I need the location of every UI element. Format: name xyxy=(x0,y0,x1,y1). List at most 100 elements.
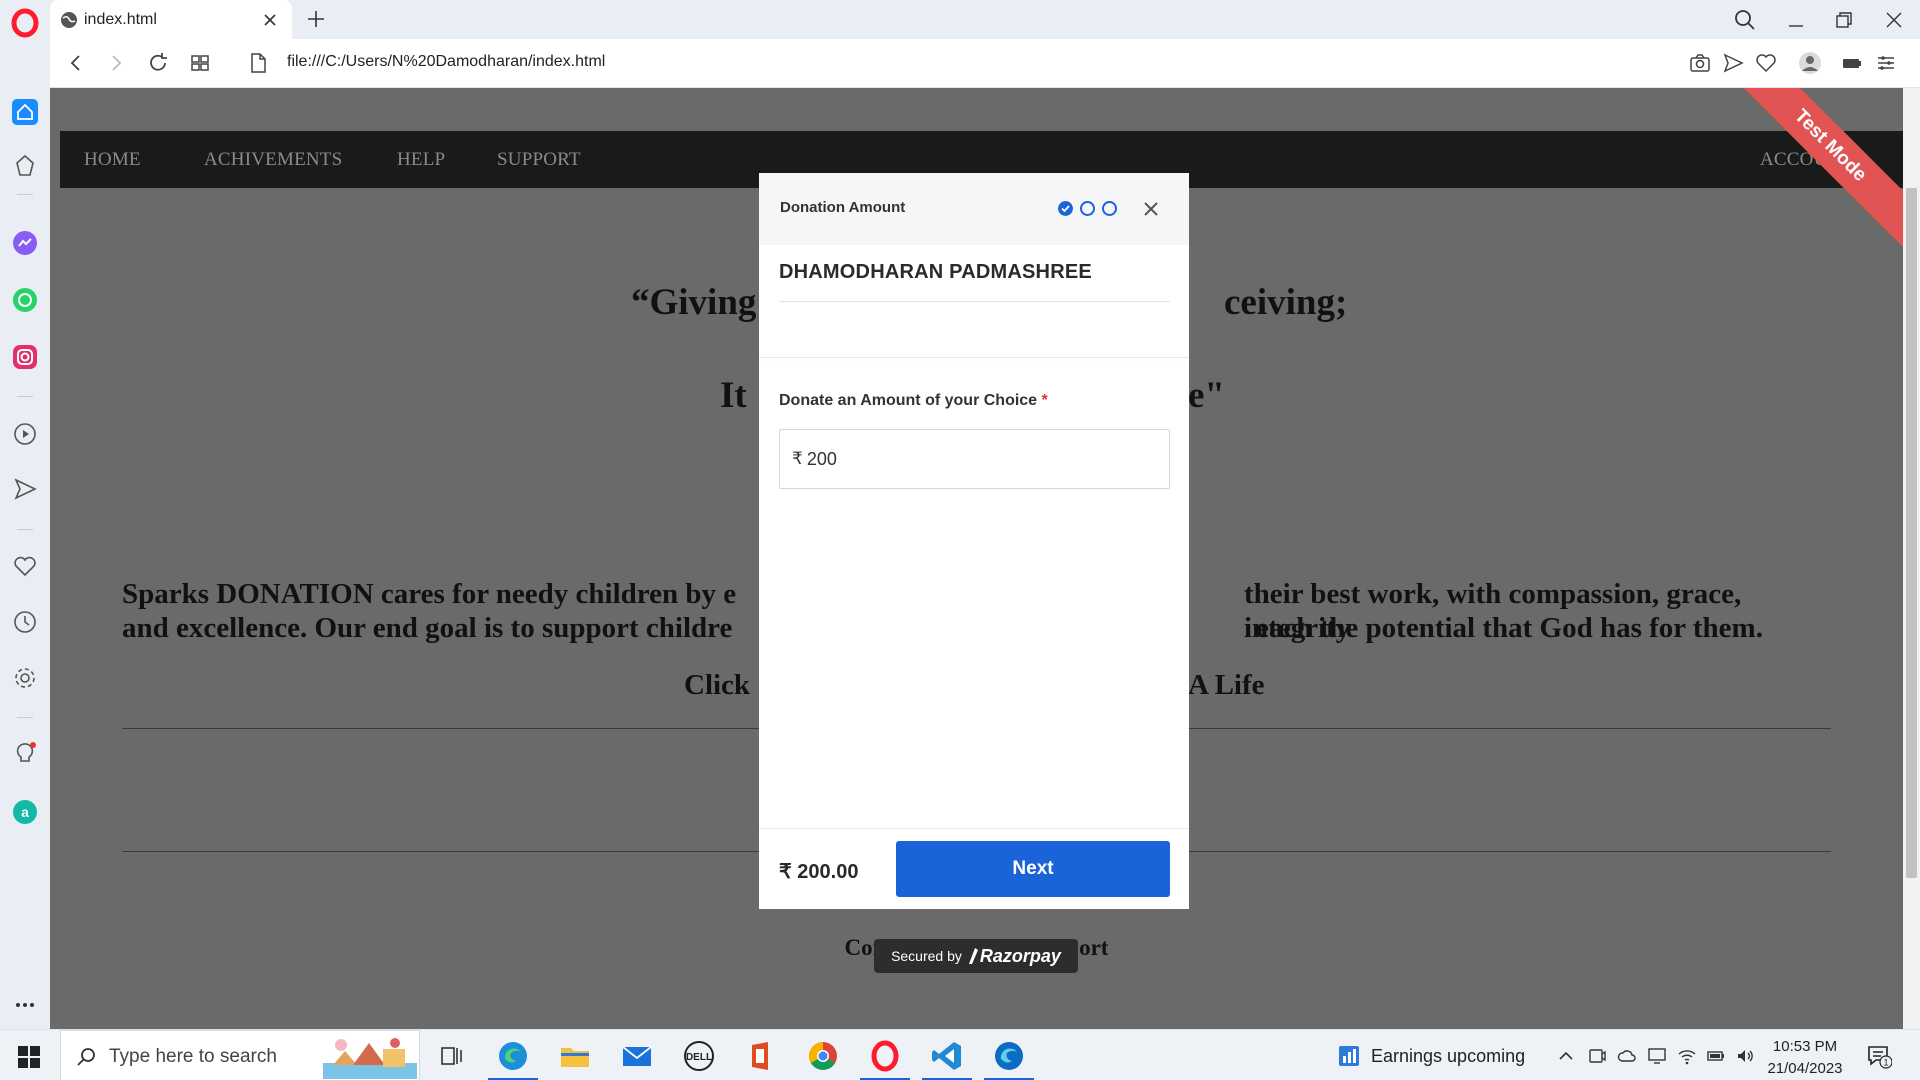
amount-input[interactable]: ₹ 200 xyxy=(779,429,1170,489)
required-marker: * xyxy=(1041,392,1048,409)
office-icon[interactable] xyxy=(744,1039,778,1073)
tab-index-html[interactable]: index.html xyxy=(50,0,292,39)
windows-start-icon[interactable] xyxy=(18,1046,40,1068)
modal-title: Donation Amount xyxy=(780,199,906,216)
edge-dev-icon[interactable] xyxy=(992,1039,1026,1073)
tab-title: index.html xyxy=(84,10,157,28)
close-icon[interactable] xyxy=(1141,199,1161,219)
opera-taskbar-icon[interactable] xyxy=(868,1039,902,1073)
tab-grid-icon[interactable] xyxy=(188,51,212,75)
razorpay-logo-icon xyxy=(968,948,978,964)
taskbar-search-box[interactable]: Type here to search xyxy=(60,1030,420,1080)
file-explorer-icon[interactable] xyxy=(558,1039,592,1073)
opera-logo-icon[interactable] xyxy=(10,8,40,38)
lightbulb-icon[interactable] xyxy=(12,741,38,767)
news-text: Earnings upcoming xyxy=(1371,1045,1526,1066)
search-tabs-icon[interactable] xyxy=(1731,6,1759,34)
battery-icon[interactable] xyxy=(1706,1046,1726,1066)
clock-date: 21/04/2023 xyxy=(1767,1060,1843,1077)
more-options-icon[interactable] xyxy=(12,992,38,1018)
back-icon[interactable] xyxy=(64,51,88,75)
system-clock[interactable]: 10:53 PM 21/04/2023 xyxy=(1765,1036,1845,1080)
nav-help[interactable]: HELP xyxy=(397,149,445,171)
messenger-icon[interactable] xyxy=(12,230,38,256)
step-1-complete-icon xyxy=(1058,201,1073,216)
page-scrollbar[interactable] xyxy=(1903,88,1920,1029)
total-amount: ₹ 200.00 xyxy=(779,861,859,883)
sidebar-divider xyxy=(17,717,33,718)
heart-icon[interactable] xyxy=(1754,51,1778,75)
task-view-icon[interactable] xyxy=(434,1039,468,1073)
merchant-name: DHAMODHARAN PADMASHREE xyxy=(779,261,1092,283)
globe-icon xyxy=(61,11,77,28)
snapshot-camera-icon[interactable] xyxy=(1688,51,1712,75)
step-3-indicator xyxy=(1102,201,1117,216)
vscode-icon[interactable] xyxy=(930,1039,964,1073)
reload-icon[interactable] xyxy=(146,51,170,75)
forward-icon[interactable] xyxy=(104,51,128,75)
flow-send-icon[interactable] xyxy=(12,476,38,502)
nav-support[interactable]: SUPPORT xyxy=(497,149,581,171)
search-icon xyxy=(77,1048,95,1066)
dell-icon[interactable]: DELL xyxy=(682,1039,716,1073)
test-mode-ribbon: Test Mode xyxy=(1733,88,1903,258)
chrome-icon[interactable] xyxy=(806,1039,840,1073)
sidebar-divider xyxy=(17,529,33,530)
url-field[interactable]: file:///C:/Users/N%20Damodharan/index.ht… xyxy=(287,53,605,71)
browser-tab-bar: index.html xyxy=(0,0,1920,39)
restore-icon[interactable] xyxy=(1830,6,1858,34)
home-icon[interactable] xyxy=(12,99,38,125)
section-divider xyxy=(759,357,1189,358)
easy-setup-icon[interactable] xyxy=(1874,51,1898,75)
display-icon[interactable] xyxy=(1647,1046,1667,1066)
mail-icon[interactable] xyxy=(620,1039,654,1073)
send-icon[interactable] xyxy=(1721,51,1745,75)
search-placeholder: Type here to search xyxy=(109,1046,277,1067)
instagram-icon[interactable] xyxy=(12,344,38,370)
sidebar-divider xyxy=(17,194,33,195)
opera-sidebar: a xyxy=(0,39,50,1029)
test-mode-label: Test Mode xyxy=(1733,88,1903,249)
amount-field-label: Donate an Amount of your Choice * xyxy=(779,392,1048,409)
donation-checkout-modal: Donation Amount DHAMODHARAN PADMASHREE D… xyxy=(759,173,1189,909)
windows-taskbar: Type here to search DELL Earnings upcomi… xyxy=(0,1029,1920,1080)
meet-now-icon[interactable] xyxy=(1587,1046,1607,1066)
next-button[interactable]: Next xyxy=(896,841,1170,897)
whatsapp-icon[interactable] xyxy=(12,287,38,313)
secured-by-razorpay-badge: Secured by Razorpay xyxy=(874,939,1078,973)
profile-avatar-icon[interactable] xyxy=(1798,51,1822,75)
close-window-icon[interactable] xyxy=(1880,6,1908,34)
file-icon xyxy=(251,53,266,73)
settings-gear-icon[interactable] xyxy=(12,665,38,691)
search-highlight-illustration xyxy=(323,1038,417,1079)
scrollbar-thumb[interactable] xyxy=(1906,188,1917,878)
sidebar-divider xyxy=(17,396,33,397)
new-tab-plus-icon[interactable] xyxy=(305,8,327,30)
volume-icon[interactable] xyxy=(1735,1046,1755,1066)
wifi-icon[interactable] xyxy=(1677,1046,1697,1066)
onedrive-cloud-icon[interactable] xyxy=(1617,1046,1637,1066)
modal-footer: ₹ 200.00 Next xyxy=(759,828,1189,909)
amount-value[interactable]: 200 xyxy=(807,449,837,470)
player-icon[interactable] xyxy=(12,421,38,447)
svg-text:a: a xyxy=(21,804,29,820)
clock-time: 10:53 PM xyxy=(1772,1038,1838,1055)
merchant-divider xyxy=(779,301,1170,302)
notification-count: 1 xyxy=(1883,1058,1888,1068)
address-bar: file:///C:/Users/N%20Damodharan/index.ht… xyxy=(50,39,1920,88)
notifications-icon[interactable]: 1 xyxy=(1866,1043,1892,1069)
news-widget[interactable]: Earnings upcoming xyxy=(1337,1044,1525,1068)
show-hidden-icons-chevron-icon[interactable] xyxy=(1556,1046,1576,1066)
modal-header: Donation Amount xyxy=(759,173,1189,245)
battery-saver-icon[interactable] xyxy=(1840,51,1864,75)
pinboards-icon[interactable] xyxy=(12,153,38,179)
edge-browser-icon[interactable] xyxy=(496,1039,530,1073)
history-clock-icon[interactable] xyxy=(12,609,38,635)
nav-home[interactable]: HOME xyxy=(84,149,141,171)
nav-achievements[interactable]: ACHIVEMENTS xyxy=(204,149,342,171)
svg-text:DELL: DELL xyxy=(686,1052,712,1063)
close-tab-icon[interactable] xyxy=(260,10,280,30)
minimize-icon[interactable] xyxy=(1782,6,1810,34)
aria-icon[interactable]: a xyxy=(12,799,38,825)
bookmarks-heart-icon[interactable] xyxy=(12,553,38,579)
